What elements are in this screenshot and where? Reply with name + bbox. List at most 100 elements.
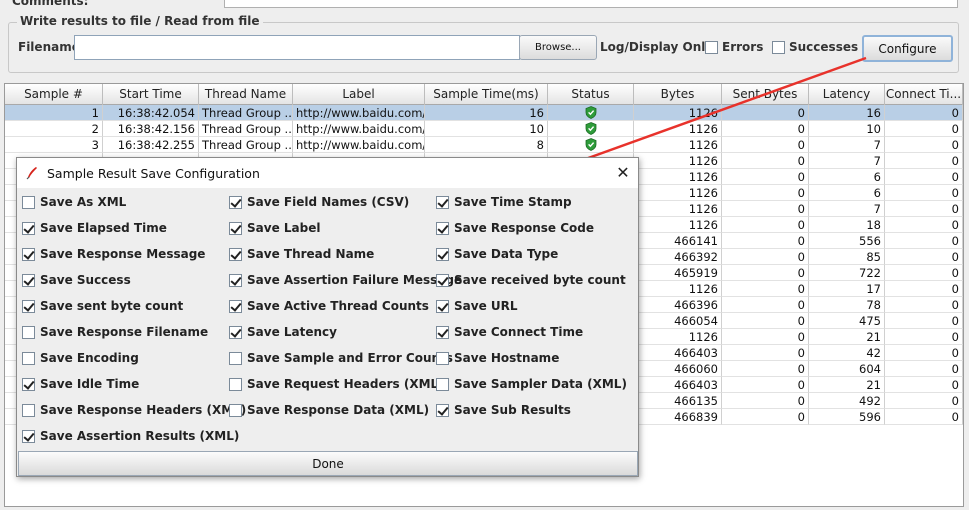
checkbox-unchecked[interactable] [22,403,35,417]
save-option[interactable]: Save Latency [229,324,337,340]
dialog-title: Sample Result Save Configuration [47,166,260,181]
save-option[interactable]: Save Hostname [436,350,559,366]
checkbox-checked[interactable] [229,221,242,235]
save-option[interactable]: Save Sub Results [436,402,571,418]
column-header[interactable]: Sample Time(ms) [425,84,548,105]
filename-label: Filename [18,40,80,54]
column-header[interactable]: Status [548,84,634,105]
save-option[interactable]: Save Encoding [22,350,139,366]
save-option[interactable]: Save Success [22,272,131,288]
checkbox-checked[interactable] [229,325,242,339]
checkbox-unchecked[interactable] [229,377,242,391]
save-option[interactable]: Save Label [229,220,320,236]
column-header[interactable]: Bytes [634,84,722,105]
checkbox-checked[interactable] [436,195,449,209]
checkbox-checked[interactable] [229,273,242,287]
option-label: Save Connect Time [454,325,584,339]
option-label: Save Elapsed Time [40,221,167,235]
column-header[interactable]: Connect Ti... [885,84,963,105]
column-header[interactable]: Sent Bytes [722,84,809,105]
table-row[interactable]: 3 16:38:42.255 Thread Group ... http://www.… [5,137,963,153]
save-option[interactable]: Save Response Filename [22,324,208,340]
errors-checkbox[interactable] [705,41,718,54]
write-results-panel: Write results to file / Read from file F… [8,14,959,73]
save-option[interactable]: Save Response Data (XML) [229,402,429,418]
checkbox-unchecked[interactable] [22,325,35,339]
checkbox-unchecked[interactable] [22,351,35,365]
cell-latency: 17 [809,281,885,297]
cell-sent: 0 [722,233,809,249]
column-header[interactable]: Start Time [103,84,199,105]
checkbox-checked[interactable] [22,273,35,287]
checkbox-unchecked[interactable] [229,403,242,417]
checkbox-checked[interactable] [229,299,242,313]
checkbox-checked[interactable] [22,247,35,261]
comments-label: Comments: [12,0,89,8]
option-label: Save Response Code [454,221,595,235]
filename-input[interactable] [74,35,520,60]
done-button[interactable]: Done [18,451,638,476]
status-cell [548,121,634,137]
checkbox-checked[interactable] [22,429,35,443]
save-option[interactable]: Save received byte count [436,272,626,288]
save-option[interactable]: Save As XML [22,194,126,210]
cell-connect: 0 [885,393,963,409]
save-option[interactable]: Save Thread Name [229,246,374,262]
checkbox-checked[interactable] [436,221,449,235]
column-header[interactable]: Thread Name [199,84,293,105]
save-option[interactable]: Save Time Stamp [436,194,572,210]
save-option[interactable]: Save Sampler Data (XML) [436,376,627,392]
checkbox-checked[interactable] [436,299,449,313]
save-option[interactable]: Save Request Headers (XML) [229,376,444,392]
save-option[interactable]: Save URL [436,298,518,314]
save-option[interactable]: Save sent byte count [22,298,183,314]
cell-connect: 0 [885,105,963,121]
column-header[interactable]: Sample # [5,84,103,105]
cell-sent: 0 [722,345,809,361]
checkbox-checked[interactable] [436,325,449,339]
cell-connect: 0 [885,249,963,265]
cell-sent: 0 [722,121,809,137]
cell-connect: 0 [885,201,963,217]
cell-bytes: 466403 [634,345,722,361]
comments-input[interactable] [224,0,958,8]
checkbox-checked[interactable] [436,403,449,417]
cell-n: 2 [5,121,103,137]
cell-sent: 0 [722,249,809,265]
table-row[interactable]: 1 16:38:42.054 Thread Group ... http://www.… [5,105,963,121]
save-option[interactable]: Save Assertion Failure Message [229,272,462,288]
save-option[interactable]: Save Field Names (CSV) [229,194,409,210]
save-option[interactable]: Save Response Code [436,220,594,236]
column-header[interactable]: Latency [809,84,885,105]
save-option[interactable]: Save Idle Time [22,376,139,392]
checkbox-unchecked[interactable] [436,351,449,365]
cell-connect: 0 [885,265,963,281]
checkbox-checked[interactable] [229,195,242,209]
save-option[interactable]: Save Sample and Error Counts [229,350,453,366]
save-option[interactable]: Save Response Message [22,246,205,262]
save-option[interactable]: Save Response Headers (XML) [22,402,246,418]
save-option[interactable]: Save Connect Time [436,324,583,340]
checkbox-checked[interactable] [22,377,35,391]
cell-bytes: 466060 [634,361,722,377]
save-option[interactable]: Save Assertion Results (XML) [22,428,239,444]
checkbox-unchecked[interactable] [436,377,449,391]
configure-button[interactable]: Configure [862,35,953,62]
checkbox-checked[interactable] [229,247,242,261]
success-shield-icon [585,122,596,135]
browse-button[interactable]: Browse... [519,35,597,60]
save-option[interactable]: Save Elapsed Time [22,220,167,236]
checkbox-checked[interactable] [436,273,449,287]
checkbox-checked[interactable] [436,247,449,261]
checkbox-checked[interactable] [22,299,35,313]
close-icon[interactable]: ✕ [613,163,633,183]
cell-bytes: 1126 [634,121,722,137]
column-header[interactable]: Label [293,84,425,105]
save-option[interactable]: Save Active Thread Counts [229,298,429,314]
successes-checkbox[interactable] [772,41,785,54]
table-row[interactable]: 2 16:38:42.156 Thread Group ... http://www.… [5,121,963,137]
checkbox-unchecked[interactable] [22,195,35,209]
save-option[interactable]: Save Data Type [436,246,558,262]
checkbox-checked[interactable] [22,221,35,235]
checkbox-unchecked[interactable] [229,351,242,365]
